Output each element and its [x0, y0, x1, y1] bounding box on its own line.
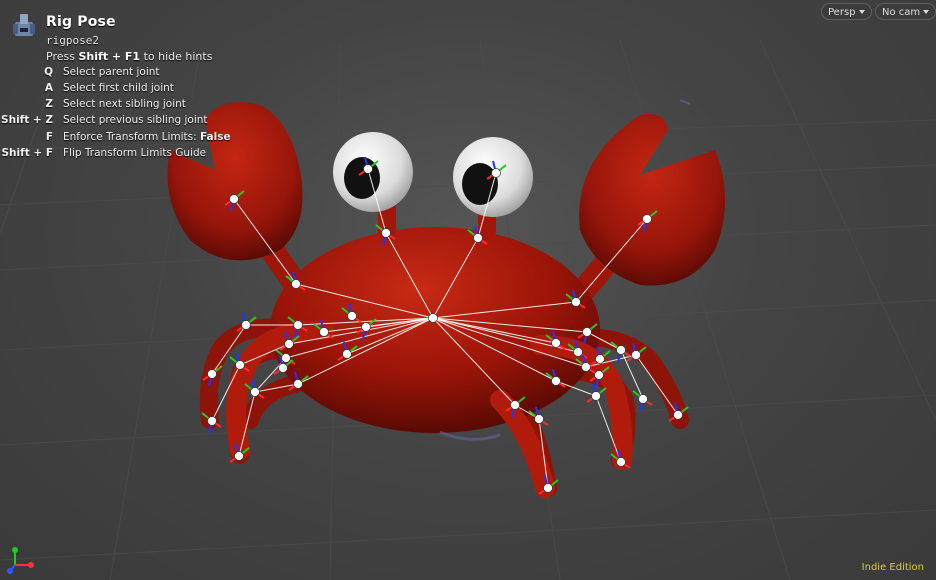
- tool-node-name: rigpose2: [46, 34, 99, 47]
- tool-hints-overlay: Rig Pose rigpose2 Press Shift + F1 to hi…: [0, 0, 300, 170]
- hotkey-key: Shift + F: [1, 147, 53, 159]
- rig-joint[interactable]: [281, 353, 291, 363]
- rig-joint[interactable]: [361, 322, 371, 332]
- rig-joint[interactable]: [207, 416, 217, 426]
- rig-joint[interactable]: [510, 400, 520, 410]
- hotkey-desc: Flip Transform Limits Guide: [63, 147, 207, 159]
- rig-joint[interactable]: [234, 451, 244, 461]
- hotkey-desc: Select first child joint: [63, 82, 174, 94]
- hotkey-key: Shift + Z: [1, 114, 53, 126]
- rig-joint[interactable]: [319, 327, 329, 337]
- camera-select-menu[interactable]: No cam: [875, 3, 936, 20]
- edition-label: Indie Edition: [861, 562, 924, 573]
- rig-joint[interactable]: [284, 339, 294, 349]
- rig-joint[interactable]: [573, 347, 583, 357]
- rig-joint[interactable]: [381, 228, 391, 238]
- camera-select-label: No cam: [882, 7, 921, 18]
- hotkey-key: Z: [45, 98, 53, 110]
- rig-joint[interactable]: [235, 360, 245, 370]
- rig-joint[interactable]: [571, 297, 581, 307]
- rig-joint[interactable]: [291, 279, 301, 289]
- axes-gizmo-icon: [7, 547, 34, 574]
- rig-joint[interactable]: [250, 387, 260, 397]
- rig-joint[interactable]: [551, 338, 561, 348]
- rig-joint[interactable]: [473, 233, 483, 243]
- rig-joint[interactable]: [595, 354, 605, 364]
- rig-pose-tool-icon: [13, 14, 35, 36]
- hotkey-desc: Select previous sibling joint: [63, 114, 208, 126]
- rig-joint[interactable]: [278, 363, 288, 373]
- camera-view-menu[interactable]: Persp: [821, 3, 872, 20]
- hotkey-key: Q: [44, 66, 53, 78]
- hotkey-desc: Select next sibling joint: [63, 98, 186, 110]
- rig-joint[interactable]: [616, 457, 626, 467]
- rig-joint[interactable]: [428, 313, 438, 323]
- rig-joint[interactable]: [591, 391, 601, 401]
- rig-joint[interactable]: [229, 194, 239, 204]
- hotkey-key: A: [44, 82, 53, 94]
- rig-joint[interactable]: [491, 168, 501, 178]
- rig-joint[interactable]: [363, 164, 373, 174]
- hide-hints-hint: Press Shift + F1 to hide hints: [46, 50, 212, 63]
- rig-joint[interactable]: [581, 362, 591, 372]
- rig-joint[interactable]: [347, 311, 357, 321]
- hotkey-desc: Enforce Transform Limits:: [63, 131, 197, 143]
- rig-joint[interactable]: [293, 320, 303, 330]
- rig-joint[interactable]: [673, 410, 683, 420]
- rig-joint[interactable]: [342, 349, 352, 359]
- chevron-down-icon: [858, 10, 865, 14]
- rig-joint[interactable]: [638, 394, 648, 404]
- rig-joint[interactable]: [631, 350, 641, 360]
- hotkey-desc: Select parent joint: [63, 66, 160, 78]
- enforce-limits-value: False: [200, 131, 231, 143]
- rig-joint[interactable]: [534, 414, 544, 424]
- chevron-down-icon: [923, 10, 930, 14]
- hotkey-key: F: [45, 131, 53, 143]
- rig-joint[interactable]: [642, 214, 652, 224]
- rig-joint[interactable]: [551, 376, 561, 386]
- tool-title: Rig Pose: [46, 14, 116, 30]
- camera-view-label: Persp: [828, 7, 856, 18]
- rig-joint[interactable]: [293, 379, 303, 389]
- rig-joint[interactable]: [594, 370, 604, 380]
- rig-joint[interactable]: [207, 369, 217, 379]
- hint-key: Shift + F1: [78, 50, 141, 63]
- hint-suffix: to hide hints: [140, 50, 213, 63]
- rig-joint[interactable]: [241, 320, 251, 330]
- rig-joint[interactable]: [582, 327, 592, 337]
- right-claw: [579, 114, 725, 286]
- scene-viewport[interactable]: Rig Pose rigpose2 Press Shift + F1 to hi…: [0, 0, 936, 580]
- hint-prefix: Press: [46, 50, 79, 63]
- rig-joint[interactable]: [543, 483, 553, 493]
- rig-joint[interactable]: [616, 345, 626, 355]
